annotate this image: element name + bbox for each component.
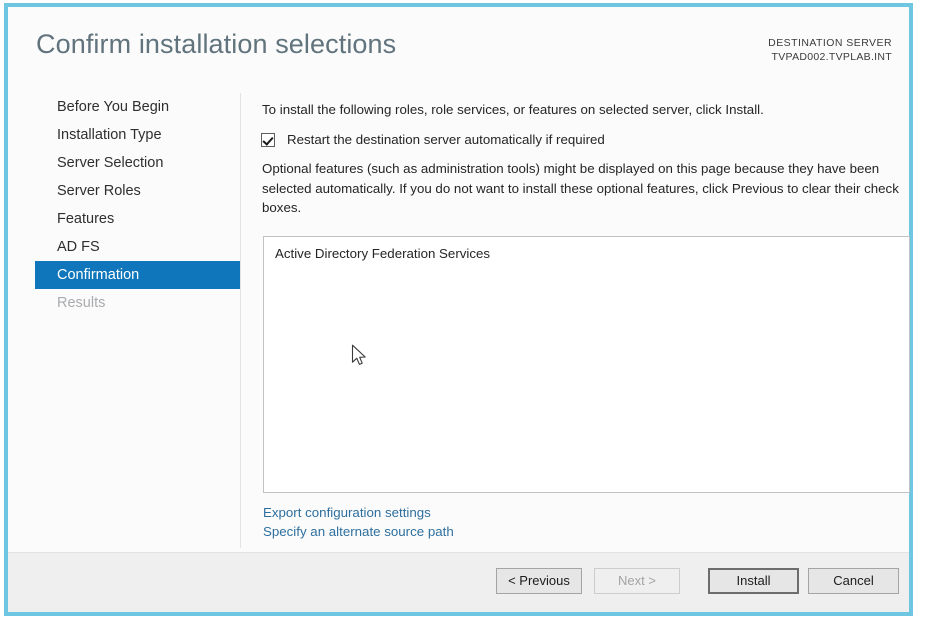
sidebar-item-results: Results: [8, 289, 240, 317]
restart-server-checkbox-row[interactable]: Restart the destination server automatic…: [261, 132, 605, 147]
sidebar-item-label: Confirmation: [57, 267, 140, 283]
destination-server-label: DESTINATION SERVER: [768, 37, 892, 49]
sidebar-item-label: Results: [57, 295, 106, 311]
wizard-header: Confirm installation selections DESTINAT…: [8, 7, 909, 87]
wizard-content-pane: To install the following roles, role ser…: [256, 93, 910, 542]
destination-server-value: TVPAD002.TVPLAB.INT: [771, 51, 892, 63]
sidebar-item-ad-fs[interactable]: AD FS: [8, 233, 240, 261]
sidebar-item-confirmation[interactable]: Confirmation: [35, 261, 240, 289]
wizard-step-nav: Before You Begin Installation Type Serve…: [8, 93, 240, 545]
sidebar-divider: [240, 93, 241, 548]
sidebar-item-label: Before You Begin: [57, 99, 170, 115]
screenshot-root: Confirm installation selections DESTINAT…: [0, 0, 925, 629]
sidebar-item-before-you-begin[interactable]: Before You Begin: [8, 93, 240, 121]
restart-server-checkbox-label: Restart the destination server automatic…: [287, 132, 605, 147]
sidebar-item-features[interactable]: Features: [8, 205, 240, 233]
sidebar-item-label: Features: [57, 211, 115, 227]
sidebar-item-installation-type[interactable]: Installation Type: [8, 121, 240, 149]
sidebar-item-label: Server Roles: [57, 183, 141, 199]
wizard-window-body: Confirm installation selections DESTINAT…: [8, 7, 910, 612]
cancel-button[interactable]: Cancel: [808, 568, 899, 594]
page-title: Confirm installation selections: [36, 29, 397, 59]
intro-text: To install the following roles, role ser…: [262, 102, 764, 117]
sidebar-item-label: Server Selection: [57, 155, 164, 171]
destination-server-info: DESTINATION SERVER TVPAD002.TVPLAB.INT: [768, 36, 892, 64]
sidebar-item-label: Installation Type: [57, 127, 162, 143]
list-item: Active Directory Federation Services: [275, 246, 491, 261]
previous-button[interactable]: < Previous: [496, 568, 582, 594]
optional-features-paragraph: Optional features (such as administratio…: [262, 161, 899, 215]
install-button[interactable]: Install: [708, 568, 799, 594]
export-configuration-settings-link[interactable]: Export configuration settings: [263, 504, 454, 523]
sidebar-item-label: AD FS: [57, 239, 100, 255]
restart-server-checkbox[interactable]: [261, 132, 275, 147]
next-button: Next >: [594, 568, 680, 594]
wizard-footer: < Previous Next > Install Cancel: [8, 553, 909, 612]
sidebar-item-server-roles[interactable]: Server Roles: [8, 177, 240, 205]
sidebar-item-server-selection[interactable]: Server Selection: [8, 149, 240, 177]
action-links: Export configuration settings Specify an…: [263, 504, 454, 541]
specify-alternate-source-path-link[interactable]: Specify an alternate source path: [263, 523, 454, 542]
wizard-window: Confirm installation selections DESTINAT…: [4, 3, 913, 616]
selections-list-box[interactable]: Active Directory Federation Services: [263, 236, 910, 493]
